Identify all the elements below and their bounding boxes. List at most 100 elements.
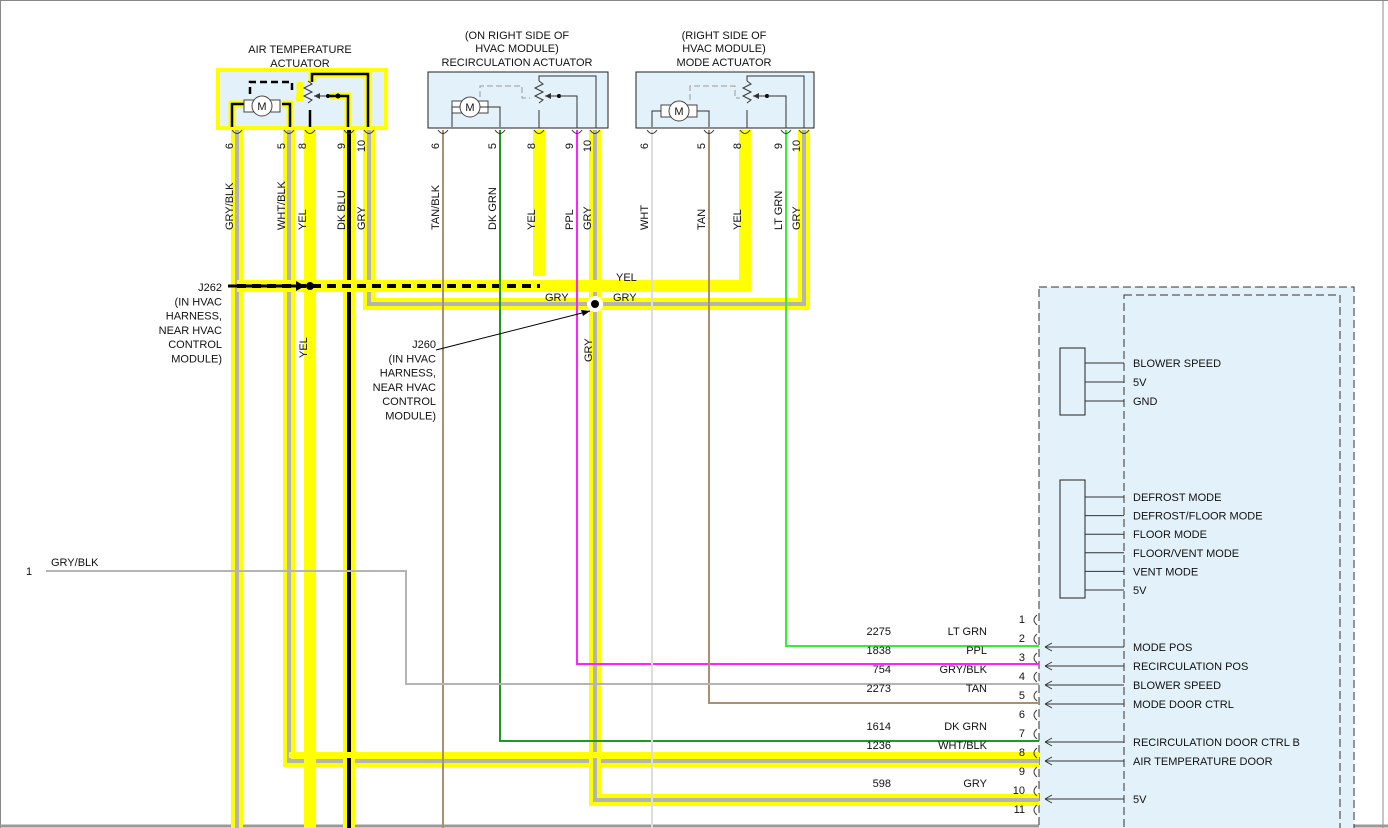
splice-gry-right-label: GRY [613, 292, 637, 304]
module-pin-8-wire: WHT/BLK [938, 740, 988, 752]
mode-group-label-4: VENT MODE [1133, 566, 1198, 578]
wire-air-temp-wht-blk-highlight [283, 130, 1039, 767]
wire-mode-tan [708, 130, 1039, 704]
module-pin-4-function: BLOWER SPEED [1133, 680, 1221, 692]
module-pin-3-function: RECIRCULATION POS [1133, 661, 1248, 673]
module-pin-10-function: 5V [1133, 794, 1147, 806]
mode-motor-symbol: M [674, 106, 683, 118]
j262-line-3: NEAR HVAC [159, 325, 222, 337]
module-pin-7-number: 7 [1019, 728, 1025, 740]
module-pin-5-circuit: 2273 [867, 683, 891, 695]
module-pin-10-number: 10 [1013, 785, 1025, 797]
j262-line-5: MODULE) [171, 354, 222, 366]
mode-pin-8-number: 8 [732, 143, 744, 149]
blower-group-label-2: GND [1133, 396, 1158, 408]
module-pin-10-circuit: 598 [873, 778, 891, 790]
module-pin-2-circuit: 2275 [867, 626, 891, 638]
j260-line-0: J260 [412, 339, 436, 351]
mode-pin-8-wire-label: YEL [732, 209, 744, 230]
j262-label: J262 (IN HVAC HARNESS, NEAR HVAC CONTROL MODU… [159, 282, 222, 366]
mode-pin-9-number: 9 [773, 143, 785, 149]
module-pin-2-wire: LT GRN [948, 626, 987, 638]
module-pin-7-function: RECIRCULATION DOOR CTRL B [1133, 737, 1300, 749]
mode-group-label-5: 5V [1133, 585, 1147, 597]
j260-line-4: CONTROL [382, 396, 436, 408]
module-pin-2-function: MODE POS [1133, 642, 1192, 654]
module-pin-7-circuit: 1614 [867, 721, 891, 733]
mode-group-label-2: FLOOR MODE [1133, 529, 1207, 541]
blower-group-label-1: 5V [1133, 377, 1147, 389]
module-pin-3-circuit: 1838 [867, 645, 891, 657]
wire-air-temp-wht-blk [287, 130, 1039, 763]
j262-line-2: HARNESS, [166, 311, 222, 323]
module-pin-4-connector [1033, 671, 1038, 683]
mode-pin-10-wire-label: GRY [791, 206, 803, 230]
j260-leader-arrow [581, 310, 590, 316]
wire-air-temp-gry-highlight [363, 130, 595, 310]
recirc-pin-8-number: 8 [526, 143, 538, 149]
module-pin-5-wire: TAN [966, 683, 987, 695]
j262-line-0: J262 [198, 282, 222, 294]
air-temp-pin-8-wire-label: YEL [297, 209, 309, 230]
module-pin-10-wire: GRY [963, 778, 987, 790]
module-pin-3-number: 3 [1019, 652, 1025, 664]
recirc-pin-6-number: 6 [430, 143, 442, 149]
air-temp-wiper-node-2 [335, 93, 341, 99]
module-pin-4-number: 4 [1019, 671, 1025, 683]
air-temp-pin-6-wire-label: GRY/BLK [224, 182, 236, 230]
wiring-diagram: BLOWER SPEED 5V GND DEFROST MODE DEFROST/FL… [0, 0, 1388, 828]
wire-air-temp-gry [367, 130, 595, 306]
j260-line-5: MODULE) [385, 411, 436, 423]
module-pin-8-number: 8 [1019, 747, 1025, 759]
module-pin-11-connector [1033, 804, 1038, 816]
recirc-pin-10-number: 10 [582, 140, 594, 152]
recirc-pin-9-wire-label: PPL [564, 209, 576, 230]
air-temp-pin-9-wire-label: DK BLU [336, 190, 348, 230]
recirc-pin-8-wire-label: YEL [526, 209, 538, 230]
j260-leader-line [435, 310, 591, 351]
module-pin-5-connector [1033, 690, 1038, 702]
recirc-title-1: (ON RIGHT SIDE OF [465, 30, 570, 42]
module-pin-11-number: 11 [1014, 804, 1025, 816]
module-pin-6-connector [1033, 709, 1038, 721]
splice-gry-left-label: GRY [545, 292, 569, 304]
mode-group-label-1: DEFROST/FLOOR MODE [1133, 511, 1263, 523]
blower-group-block [1059, 347, 1086, 416]
mode-title-2: HVAC MODULE) [682, 43, 766, 55]
air-temp-pin-8-number: 8 [297, 143, 309, 149]
recirculation-actuator-box [427, 71, 609, 129]
recirc-pin-6-wire-label: TAN/BLK [430, 184, 442, 230]
yel-down-label: YEL [298, 337, 310, 358]
j262-splice-dot [306, 282, 314, 290]
air-temp-pin-9-number: 9 [336, 143, 348, 149]
j260-splice-dot [591, 300, 599, 308]
module-pin-3-connector [1033, 652, 1038, 664]
module-pin-3-wire: PPL [966, 645, 987, 657]
j260-line-2: HARNESS, [380, 368, 436, 380]
module-pin-4-circuit: 754 [873, 664, 891, 676]
module-pin-7-connector [1033, 728, 1038, 740]
air-temp-motor-symbol: M [257, 101, 266, 113]
mode-group-label-0: DEFROST MODE [1133, 492, 1221, 504]
air-temp-pin-5-wire-label: WHT/BLK [276, 180, 288, 230]
j262-line-4: CONTROL [168, 339, 222, 351]
air-temp-pin-10-number: 10 [356, 140, 368, 152]
air-temp-pin-6-number: 6 [224, 143, 236, 149]
module-pin-8-function: AIR TEMPERATURE DOOR [1133, 756, 1273, 768]
module-pin-1-connector [1033, 614, 1038, 626]
mode-pin-5-wire-label: TAN [696, 209, 708, 230]
gry-down-label: GRY [583, 338, 595, 362]
wire-mode-lt-grn [785, 130, 1039, 647]
air-temp-pin-5-number: 5 [276, 143, 288, 149]
air-temp-pin-10-wire-label: GRY [356, 206, 368, 230]
mode-pin-6-number: 6 [639, 143, 651, 149]
mode-title-1: (RIGHT SIDE OF [682, 30, 767, 42]
mode-group-label-3: FLOOR/VENT MODE [1133, 548, 1239, 560]
recirc-title-3: RECIRCULATION ACTUATOR [442, 57, 593, 69]
module-pin-2-number: 2 [1019, 633, 1025, 645]
blower-group-label-0: BLOWER SPEED [1133, 358, 1221, 370]
module-pin-9-number: 9 [1019, 766, 1025, 778]
module-pin-2-connector [1033, 633, 1038, 645]
recirc-pin-9-number: 9 [564, 143, 576, 149]
module-pin-1-number: 1 [1019, 614, 1025, 626]
